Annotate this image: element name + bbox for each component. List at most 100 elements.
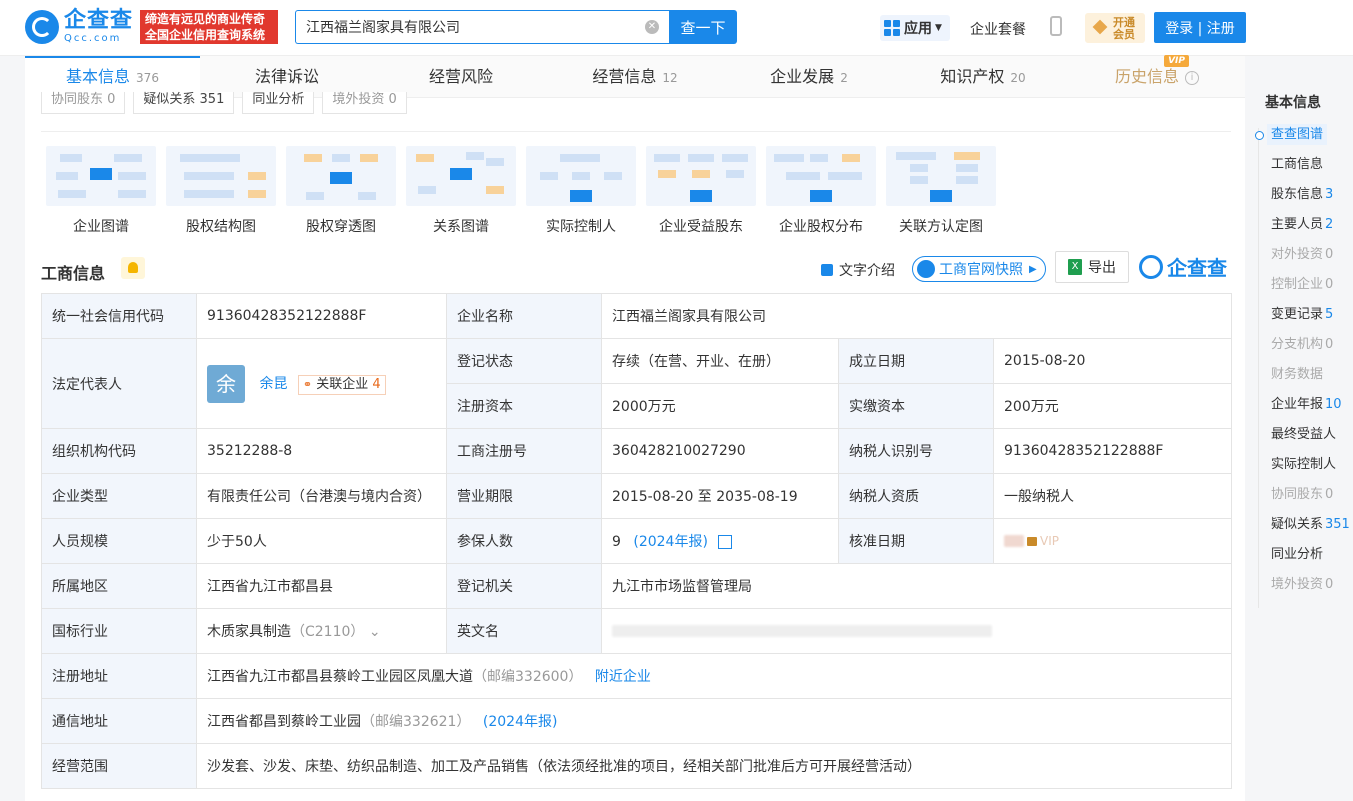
sub-nav-chips: 协同股东 0 疑似关系 351 同业分析 境外投资 0 [41,92,407,114]
mail-address-cell: 江西省都昌到蔡岭工业园（邮编332621） (2024年报) [195,698,1233,744]
slogan-line1: 缔造有远见的商业传奇 [145,12,266,26]
graph-card-equity-structure[interactable]: 股权结构图 [161,146,281,236]
status-label: 登记状态 [446,338,602,384]
tab-label: 经营风险 [428,67,493,86]
trend-chart-icon[interactable] [717,535,732,549]
graph-label: 企业图谱 [73,219,129,235]
related-companies-tag[interactable]: ⚭ 关联企业 4 [297,374,386,395]
side-nav-item[interactable]: 实际控制人 [1256,450,1353,480]
chip-overseas-invest[interactable]: 境外投资 0 [322,92,407,114]
company-type-label: 企业类型 [41,473,197,519]
chip-suspected-relations[interactable]: 疑似关系 351 [133,92,235,114]
official-snapshot-button[interactable]: 工商官网快照 ▶ [912,256,1046,282]
side-nav-count: 0 [1325,247,1334,262]
apps-menu[interactable]: 应用 ▼ [880,15,950,41]
table-row: 企业类型 有限责任公司（台港澳与境内合资） 营业期限 2015-08-20 至 … [41,473,1233,519]
equity-distribution-icon [766,146,876,206]
side-nav: 基本信息 查查图谱 工商信息 股东信息 3 主要人员 2 对外投资 0 控制企业 0 变更记录 5 分支… [1255,92,1353,608]
search-button[interactable]: 查一下 [669,10,737,44]
graph-card-enterprise[interactable]: 企业图谱 [41,146,161,236]
related-count: 4 [372,376,381,392]
credit-code-value: 91360428352122888F [196,293,447,339]
mail-address-label: 通信地址 [41,698,197,744]
section-title: 工商信息 [41,264,106,283]
equity-penetration-icon [286,146,396,206]
graph-label: 股权结构图 [186,219,256,235]
side-nav-count: 0 [1325,337,1334,352]
login-register-button[interactable]: 登录 | 注册 [1154,12,1246,43]
mail-report-link[interactable]: (2024年报) [483,714,558,730]
avatar[interactable]: 余 [207,364,245,403]
reg-capital-label: 注册资本 [446,383,602,429]
graph-label: 企业股权分布 [779,219,863,235]
side-nav-item[interactable]: 变更记录 5 [1256,300,1353,330]
approve-date-cell[interactable]: VIP [992,518,1233,564]
side-nav-item[interactable]: 工商信息 [1256,150,1353,180]
mobile-icon[interactable] [1050,16,1062,36]
side-nav-item[interactable]: 主要人员 2 [1256,210,1353,240]
reg-zip: （邮编332600） [473,669,583,685]
graph-card-equity-distribution[interactable]: 企业股权分布 [761,146,881,236]
side-nav-count: 10 [1325,397,1342,412]
graph-card-relations[interactable]: 关系图谱 [401,146,521,236]
side-nav-item[interactable]: 控制企业 0 [1256,270,1353,300]
legal-rep-name-link[interactable]: 余昆 [259,376,287,392]
industry-cell[interactable]: 木质家具制造（C2110） ⌄ [196,608,447,654]
tab-development[interactable]: 企业发展 2 [722,56,896,98]
clear-icon[interactable]: ✕ [645,20,659,34]
document-icon [821,264,833,276]
tab-label: 知识产权 [940,67,1005,86]
graph-card-equity-penetration[interactable]: 股权穿透图 [281,146,401,236]
bell-icon[interactable] [121,257,145,279]
text-intro-button[interactable]: 文字介绍 [821,260,895,280]
org-code-label: 组织机构代码 [41,428,197,474]
blurred-value [612,625,992,637]
suite-link[interactable]: 企业套餐 [970,19,1026,39]
tab-history[interactable]: 历史信息 i VIP [1070,55,1244,98]
side-nav-item[interactable]: 财务数据 [1256,360,1353,390]
term-value: 2015-08-20 至 2035-08-19 [601,473,839,519]
chip-co-shareholders[interactable]: 协同股东 0 [41,92,126,114]
side-nav-label: 实际控制人 [1271,457,1337,472]
side-nav-item[interactable]: 对外投资 0 [1256,240,1353,270]
insured-cell: 9 (2024年报) [601,518,839,564]
table-row: 人员规模 少于50人 参保人数 9 (2024年报) 核准日期 VIP [41,518,1233,564]
logo-icon [25,10,59,44]
tab-business-info[interactable]: 经营信息 12 [548,56,722,98]
table-row: 组织机构代码 35212288-8 工商注册号 360428210027290 … [41,428,1233,474]
company-name-label: 企业名称 [446,293,602,339]
controller-icon [526,146,636,206]
side-nav-item[interactable]: 协同股东 0 [1256,480,1353,510]
side-nav-item[interactable]: 同业分析 [1256,540,1353,570]
industry-label: 国标行业 [41,608,197,654]
side-nav-item[interactable]: 境外投资 0 [1256,570,1353,600]
related-label: 关联企业 [316,376,369,392]
table-row: 注册地址 江西省九江市都昌县蔡岭工业园区凤凰大道（邮编332600） 附近企业 [41,653,1233,699]
side-nav-title: 基本信息 [1265,95,1321,111]
vip-button[interactable]: 开通 会员 [1085,13,1145,43]
table-row: 经营范围 沙发套、沙发、床垫、纺织品制造、加工及产品销售（依法须经批准的项目，经… [41,743,1233,789]
side-nav-item[interactable]: 股东信息 3 [1256,180,1353,210]
qcc-logo[interactable]: 企查查 Qcc.com [25,10,133,44]
export-button[interactable]: X 导出 [1055,251,1129,283]
search-input[interactable] [296,11,626,43]
side-nav-item[interactable]: 查查图谱 [1255,120,1353,150]
approve-date-label: 核准日期 [838,518,994,564]
legal-rep-label: 法定代表人 [41,338,197,429]
side-nav-item[interactable]: 疑似关系 351 [1256,510,1353,540]
insured-report-link[interactable]: (2024年报) [633,534,708,550]
graph-card-beneficiary[interactable]: 企业受益股东 [641,146,761,236]
taxpayer-label: 纳税人资质 [838,473,994,519]
nearby-companies-link[interactable]: 附近企业 [595,669,651,685]
side-nav-item[interactable]: 企业年报 10 [1256,390,1353,420]
side-nav-label: 变更记录 [1271,307,1324,322]
graph-card-related-party[interactable]: 关联方认定图 [881,146,1001,236]
brand-circle-icon [1139,254,1163,279]
tab-ip[interactable]: 知识产权 20 [896,56,1070,98]
side-nav-item[interactable]: 最终受益人 [1256,420,1353,450]
scope-value: 沙发套、沙发、床垫、纺织品制造、加工及产品销售（依法须经批准的项目，经相关部门批… [195,743,1233,789]
chip-peer-analysis[interactable]: 同业分析 [242,92,315,114]
graph-card-controller[interactable]: 实际控制人 [521,146,641,236]
side-nav-label: 企业年报 [1271,397,1324,412]
side-nav-item[interactable]: 分支机构 0 [1256,330,1353,360]
